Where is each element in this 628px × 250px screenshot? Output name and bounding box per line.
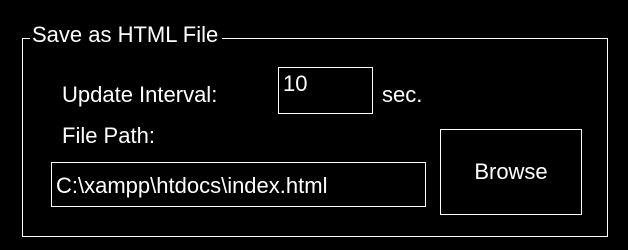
update-interval-label: Update Interval:: [62, 82, 218, 107]
file-path-input[interactable]: [51, 162, 426, 207]
group-title: Save as HTML File: [30, 20, 223, 50]
file-path-label: File Path:: [62, 123, 155, 148]
update-interval-input[interactable]: [278, 67, 373, 114]
browse-button[interactable]: Browse: [440, 129, 582, 215]
interval-unit-label: sec.: [382, 82, 423, 107]
